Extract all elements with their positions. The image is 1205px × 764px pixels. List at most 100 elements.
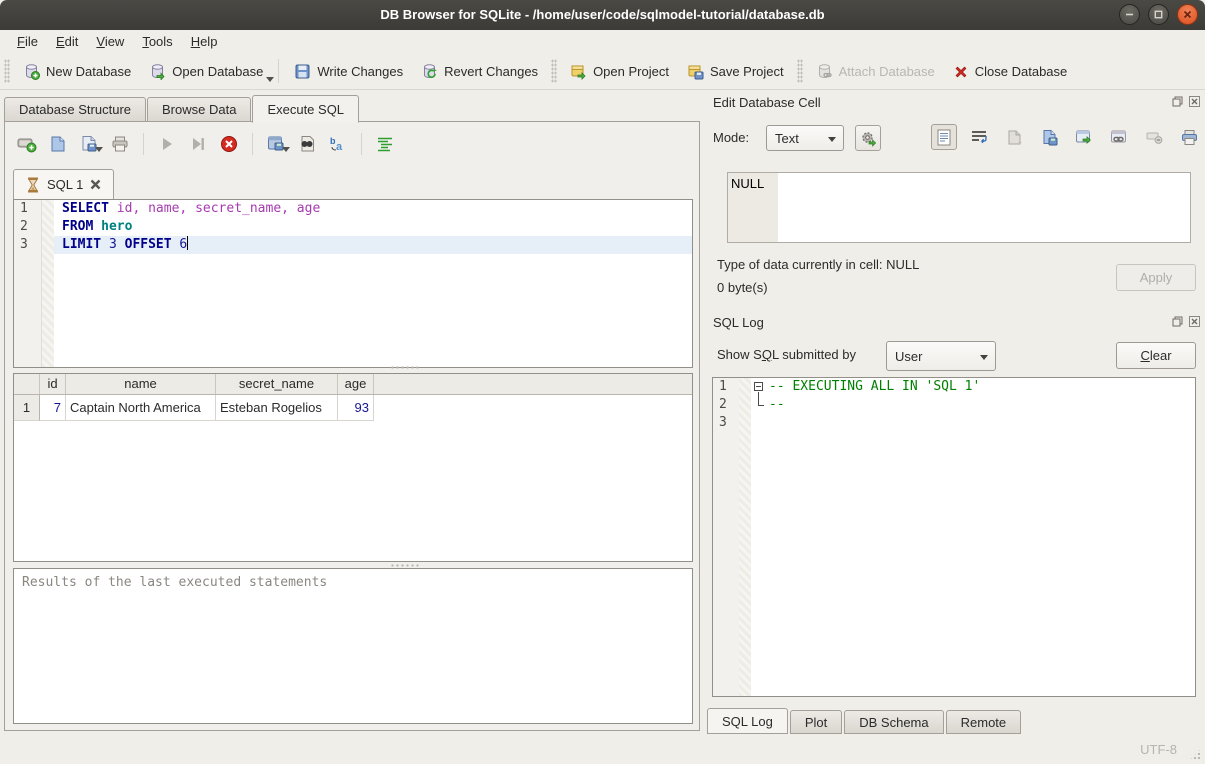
menu-edit[interactable]: Edit xyxy=(47,31,87,52)
sql-log-dock-buttons xyxy=(1171,315,1200,327)
open-in-external-button[interactable] xyxy=(1071,124,1097,150)
resize-grip[interactable] xyxy=(1189,748,1202,761)
encoding-indicator[interactable]: UTF-8 xyxy=(1140,742,1177,757)
import-icon xyxy=(1006,129,1023,146)
sql-code-editor[interactable]: 1 2 3 SELECT id, name, secret_name, age … xyxy=(13,199,693,368)
tab-sql-log[interactable]: SQL Log xyxy=(707,708,788,734)
close-database-label: Close Database xyxy=(975,63,1068,80)
write-changes-label: Write Changes xyxy=(317,63,403,80)
new-sql-tab-button[interactable] xyxy=(15,132,39,156)
show-sql-label-pre: Show S xyxy=(717,347,762,362)
tab-remote[interactable]: Remote xyxy=(946,710,1022,734)
cell-age[interactable]: 93 xyxy=(338,395,374,421)
save-results-dropdown-icon[interactable] xyxy=(282,147,290,152)
titlebar[interactable]: DB Browser for SQLite - /home/user/code/… xyxy=(0,0,1205,30)
code-line-2: FROM hero xyxy=(54,218,692,236)
tab-plot[interactable]: Plot xyxy=(790,710,842,734)
toolbar-grip[interactable] xyxy=(797,59,803,83)
row-header[interactable]: 1 xyxy=(14,395,40,421)
open-project-button[interactable]: Open Project xyxy=(561,57,678,86)
float-dock-button[interactable] xyxy=(1171,315,1183,327)
sql-log-editor[interactable]: 1 2 3 -- EXECUTING ALL IN 'SQL 1' -- xyxy=(712,377,1196,697)
cell-id[interactable]: 7 xyxy=(40,395,66,421)
write-changes-icon xyxy=(294,63,311,80)
export-cell-data-button[interactable] xyxy=(1036,124,1062,150)
toolbar-grip[interactable] xyxy=(551,59,557,83)
print-sql-button[interactable] xyxy=(108,132,132,156)
close-database-button[interactable]: Close Database xyxy=(944,57,1077,86)
play-to-end-icon xyxy=(190,136,206,152)
tab-db-schema[interactable]: DB Schema xyxy=(844,710,943,734)
text-mode-button[interactable] xyxy=(931,124,957,150)
close-icon xyxy=(1189,316,1200,327)
find-button[interactable] xyxy=(295,132,319,156)
chevron-down-icon xyxy=(980,355,988,360)
float-dock-button[interactable] xyxy=(1171,95,1183,107)
revert-changes-button[interactable]: Revert Changes xyxy=(412,57,547,86)
find-replace-button[interactable]: b a xyxy=(326,132,350,156)
edit-cell-dock-buttons xyxy=(1171,95,1200,107)
sql-1-tab[interactable]: SQL 1 xyxy=(13,169,114,199)
tab-database-structure[interactable]: Database Structure xyxy=(4,97,146,122)
corner-header[interactable] xyxy=(14,374,40,394)
menu-file[interactable]: File xyxy=(8,31,47,52)
column-header-age[interactable]: age xyxy=(338,374,374,394)
show-sql-label: Show SQL submitted by xyxy=(717,347,856,362)
print-cell-button[interactable] xyxy=(1176,124,1202,150)
sql-number: 6 xyxy=(179,237,187,252)
stop-execution-button[interactable] xyxy=(217,132,241,156)
sql-keyword: FROM xyxy=(62,219,101,234)
save-file-dropdown-icon[interactable] xyxy=(95,147,103,152)
open-project-label: Open Project xyxy=(593,63,669,80)
splitter-handle[interactable] xyxy=(390,365,420,370)
close-tab-icon[interactable] xyxy=(90,179,101,190)
open-database-button[interactable]: Open Database xyxy=(140,57,272,86)
column-header-secret-name[interactable]: secret_name xyxy=(216,374,338,394)
auto-format-button[interactable] xyxy=(855,125,881,151)
cell-name[interactable]: Captain North America xyxy=(66,395,216,421)
log-fold-margin xyxy=(739,378,751,696)
close-button[interactable] xyxy=(1177,4,1198,25)
fold-collapse-icon[interactable] xyxy=(754,382,763,391)
column-header-name[interactable]: name xyxy=(66,374,216,394)
cell-secret-name[interactable]: Esteban Rogelios xyxy=(216,395,338,421)
minimize-button[interactable] xyxy=(1119,4,1140,25)
tab-browse-data[interactable]: Browse Data xyxy=(147,97,251,122)
save-sql-file-button[interactable] xyxy=(77,132,101,156)
mode-combobox[interactable]: Text xyxy=(766,125,844,151)
line-number-gutter: 1 2 3 xyxy=(14,200,42,367)
close-dock-button[interactable] xyxy=(1188,315,1200,327)
clear-log-button[interactable]: Clear xyxy=(1116,342,1196,369)
column-header-id[interactable]: id xyxy=(40,374,66,394)
maximize-button[interactable] xyxy=(1148,4,1169,25)
word-wrap-button[interactable] xyxy=(966,124,992,150)
copy-link-button[interactable] xyxy=(1106,124,1132,150)
menu-help[interactable]: Help xyxy=(182,31,227,52)
close-dock-button[interactable] xyxy=(1188,95,1200,107)
apply-button: Apply xyxy=(1116,264,1196,291)
open-sql-file-button[interactable] xyxy=(46,132,70,156)
find-replace-icon: b a xyxy=(328,135,348,153)
new-database-button[interactable]: New Database xyxy=(14,57,140,86)
results-grid[interactable]: id name secret_name age 1 7 Captain Nort… xyxy=(13,373,693,562)
window-title: DB Browser for SQLite - /home/user/code/… xyxy=(0,0,1205,30)
save-project-button[interactable]: Save Project xyxy=(678,57,793,86)
line-number: 1 xyxy=(14,200,41,218)
toolbar-grip[interactable] xyxy=(4,59,10,83)
log-filter-combobox[interactable]: User xyxy=(886,341,996,371)
attach-database-icon xyxy=(816,63,833,80)
fold-line xyxy=(758,392,759,405)
sql-keyword: SELECT xyxy=(62,201,117,216)
menu-view[interactable]: View xyxy=(87,31,133,52)
line-number: 2 xyxy=(14,218,41,236)
format-sql-button[interactable] xyxy=(373,132,397,156)
cell-value-editor[interactable]: NULL xyxy=(727,172,1191,243)
save-results-button[interactable] xyxy=(264,132,288,156)
open-database-dropdown-icon[interactable] xyxy=(266,77,274,82)
menu-tools[interactable]: Tools xyxy=(133,31,181,52)
format-icon xyxy=(376,136,394,152)
tab-execute-sql[interactable]: Execute SQL xyxy=(252,95,359,123)
attach-database-label: Attach Database xyxy=(839,63,935,80)
write-changes-button[interactable]: Write Changes xyxy=(285,57,412,86)
minimize-icon xyxy=(1125,10,1134,19)
